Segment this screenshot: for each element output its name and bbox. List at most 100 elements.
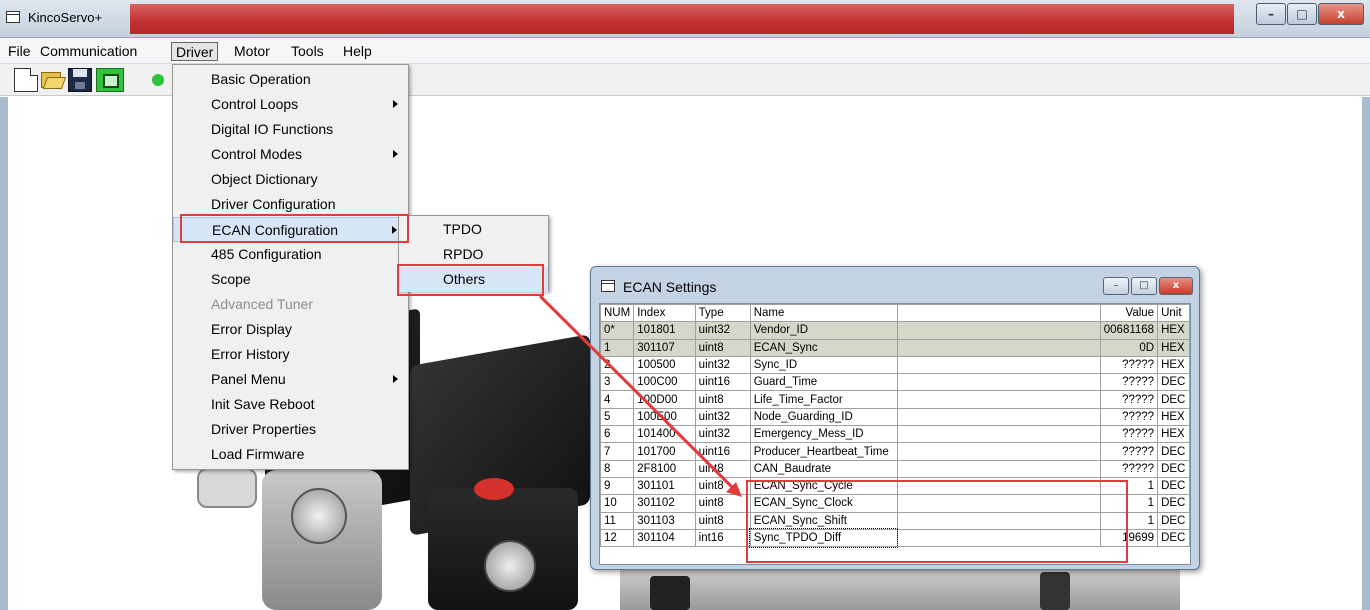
cell-blank [896, 425, 1101, 444]
menu-item-driver-properties[interactable]: Driver Properties [173, 417, 408, 442]
submenu-item-tpdo[interactable]: TPDO [399, 217, 548, 242]
menu-item-panel-menu[interactable]: Panel Menu [173, 367, 408, 392]
new-file-icon[interactable] [14, 68, 38, 92]
minimize-icon[interactable]: – [1256, 3, 1286, 25]
status-dot-icon [152, 74, 164, 86]
menu-driver[interactable]: Driver [171, 42, 219, 61]
cell-name: Producer_Heartbeat_Time [749, 442, 898, 461]
menu-item-driver-configuration[interactable]: Driver Configuration [173, 192, 408, 217]
table-row[interactable]: 5 100E00 uint32 Node_Guarding_ID????? HEX [600, 407, 1190, 427]
cell-blank [896, 355, 1101, 375]
cell-index: 301107 [633, 338, 696, 357]
cell-blank [896, 494, 1101, 513]
servo-driver-image [620, 568, 1180, 610]
menu-item-error-history[interactable]: Error History [173, 342, 408, 367]
cell-num: 10 [600, 494, 635, 513]
menu-help[interactable]: Help [339, 42, 376, 61]
column-header-type: Type [694, 304, 751, 323]
close-icon[interactable]: x [1159, 277, 1193, 295]
menu-item-ecan-configuration[interactable]: ECAN Configuration [173, 217, 408, 242]
cell-name: Sync_ID [749, 355, 898, 375]
cell-type: uint8 [694, 338, 751, 357]
cell-value[interactable]: 1 [1099, 511, 1159, 530]
cell-value[interactable]: ????? [1099, 407, 1159, 427]
menu-item-control-loops[interactable]: Control Loops [173, 92, 408, 117]
menu-item-label: Control Modes [211, 146, 303, 162]
app-icon [6, 11, 20, 23]
cell-blank [896, 321, 1101, 340]
column-header-blank [896, 304, 1101, 323]
submenu-arrow-icon [393, 375, 398, 383]
save-icon[interactable] [68, 68, 92, 92]
menu-item-basic-operation[interactable]: Basic Operation [173, 67, 408, 92]
menu-communication[interactable]: Communication [36, 42, 141, 61]
cell-name: ECAN_Sync [749, 338, 898, 357]
table-row[interactable]: 11 301103 uint8 ECAN_Sync_Shift 1 DEC [600, 511, 1190, 530]
table-row[interactable]: 7 101700 uint16 Producer_Heartbeat_Time????… [600, 442, 1190, 461]
title-bar-accent [130, 4, 1234, 34]
menu-item-error-display[interactable]: Error Display [173, 317, 408, 342]
table-row[interactable]: 12 301104 int16 Sync_TPDO_Diff 19699 DEC [600, 528, 1190, 548]
cell-value[interactable]: ????? [1099, 425, 1159, 444]
table-row[interactable]: 1 301107 uint8 ECAN_Sync 0D HEX [600, 338, 1190, 357]
menu-item-485-configuration[interactable]: 485 Configuration [173, 242, 408, 267]
cell-value[interactable]: ????? [1099, 355, 1159, 375]
maximize-icon[interactable]: □ [1131, 277, 1157, 295]
menu-tools[interactable]: Tools [287, 42, 328, 61]
cell-index: 101700 [633, 442, 696, 461]
cell-blank [896, 442, 1101, 461]
cell-value[interactable]: 19699 [1099, 528, 1159, 548]
motor-red-cap-image [474, 478, 514, 500]
menu-item-advanced-tuner: Advanced Tuner [173, 292, 408, 317]
cell-name: Guard_Time [749, 373, 898, 392]
cell-index: 100500 [633, 355, 696, 375]
cell-value[interactable]: ????? [1099, 442, 1159, 461]
cell-value[interactable]: 0D [1099, 338, 1159, 357]
menu-item-scope[interactable]: Scope [173, 267, 408, 292]
submenu-item-others[interactable]: Others [399, 267, 548, 292]
table-row[interactable]: 3 100C00 uint16 Guard_Time????? DEC [600, 373, 1190, 392]
menu-item-label: Load Firmware [211, 446, 305, 462]
cell-type: uint8 [694, 494, 751, 513]
cell-num: 1 [600, 338, 635, 357]
table-row[interactable]: 0* 101801 uint32 Vendor_ID 00681168 HEX [600, 321, 1190, 340]
cell-num: 12 [600, 528, 635, 548]
menu-item-control-modes[interactable]: Control Modes [173, 142, 408, 167]
table-row[interactable]: 4 100D00 uint8 Life_Time_Factor????? DEC [600, 390, 1190, 409]
cell-value[interactable]: ????? [1099, 373, 1159, 392]
menu-item-digital-io[interactable]: Digital IO Functions [173, 117, 408, 142]
cell-type: uint16 [694, 442, 751, 461]
menu-motor[interactable]: Motor [230, 42, 274, 61]
settings-table: NUM Index Type Name Value Unit 0* 101801 u… [600, 304, 1190, 548]
column-header-name: Name [749, 304, 898, 323]
cell-value[interactable]: 1 [1099, 494, 1159, 513]
cell-num: 0* [600, 321, 635, 340]
table-row[interactable]: 10 301102 uint8 ECAN_Sync_Clock 1 DEC [600, 494, 1190, 513]
table-row[interactable]: 6 101400 uint32 Emergency_Mess_ID????? HEX [600, 425, 1190, 444]
cell-blank [896, 407, 1101, 427]
window-controls: – □ x [1255, 3, 1364, 25]
submenu-item-rpdo[interactable]: RPDO [399, 242, 548, 267]
cell-value[interactable]: 1 [1099, 476, 1159, 496]
menu-item-init-save-reboot[interactable]: Init Save Reboot [173, 392, 408, 417]
minimize-icon[interactable]: – [1103, 277, 1129, 295]
menu-file[interactable]: File [4, 42, 35, 61]
close-icon[interactable]: x [1318, 3, 1364, 25]
connect-icon[interactable] [96, 68, 124, 92]
cell-name: ECAN_Sync_Shift [749, 511, 898, 530]
cell-name: ECAN_Sync_Clock [749, 494, 898, 513]
cell-value[interactable]: ????? [1099, 459, 1159, 478]
table-row[interactable]: 8 2F8100 uint8 CAN_Baudrate????? DEC [600, 459, 1190, 478]
column-header-value: Value [1099, 304, 1159, 323]
maximize-icon[interactable]: □ [1287, 3, 1317, 25]
menu-item-object-dictionary[interactable]: Object Dictionary [173, 167, 408, 192]
menu-item-load-firmware[interactable]: Load Firmware [173, 442, 408, 467]
open-folder-icon[interactable] [40, 68, 67, 92]
table-row[interactable]: 2 100500 uint32 Sync_ID????? HEX [600, 355, 1190, 375]
driver-menu: Basic Operation Control Loops Digital IO… [172, 64, 409, 470]
cell-unit: DEC [1157, 511, 1190, 530]
cell-value[interactable]: ????? [1099, 390, 1159, 409]
cable-connector-image [197, 468, 257, 508]
cell-value[interactable]: 00681168 [1099, 321, 1159, 340]
table-row[interactable]: 9 301101 uint8 ECAN_Sync_Cycle 1 DEC [600, 476, 1190, 496]
